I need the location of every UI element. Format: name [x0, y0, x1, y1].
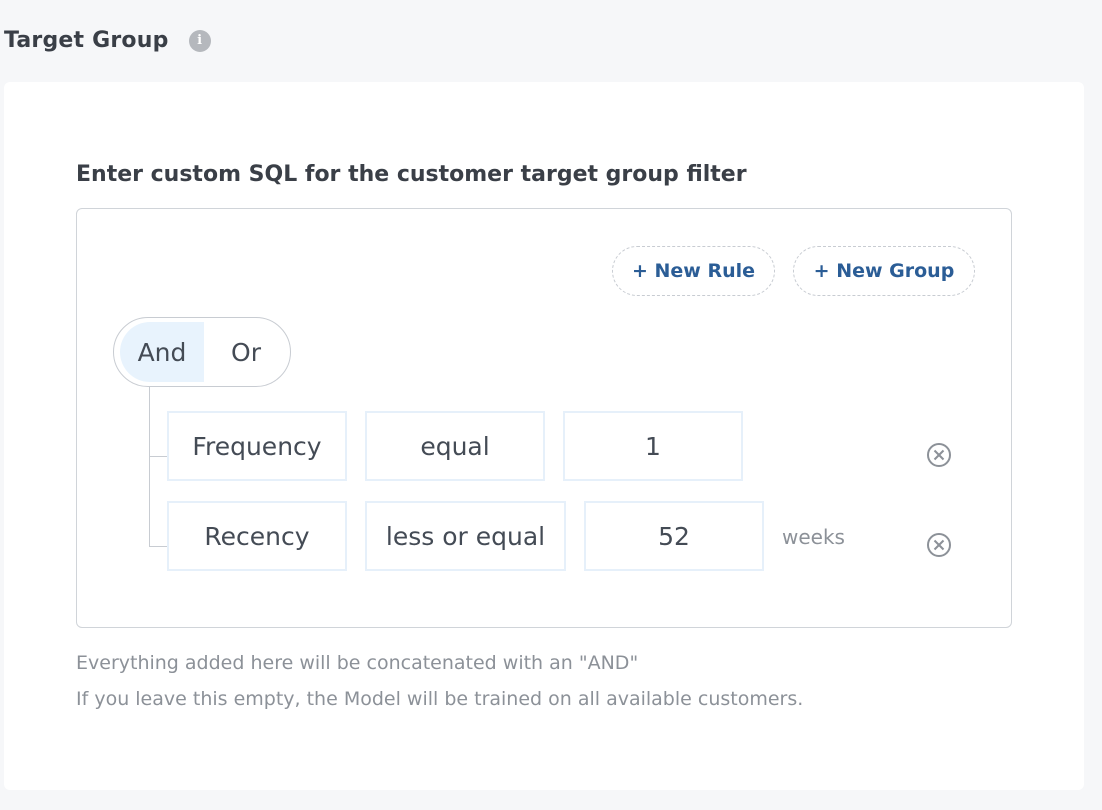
rule-1-remove-icon[interactable]: [926, 442, 952, 468]
combinator-or-option[interactable]: Or: [204, 322, 288, 382]
combinator-and-option[interactable]: And: [120, 322, 204, 382]
new-group-button[interactable]: + New Group: [793, 246, 975, 296]
help-text-concat: Everything added here will be concatenat…: [76, 652, 639, 674]
rule-1-operator-select[interactable]: equal: [365, 411, 545, 481]
tree-connector-rule-1: [149, 456, 169, 457]
new-rule-button[interactable]: + New Rule: [612, 246, 775, 296]
rule-2-field-select[interactable]: Recency: [167, 501, 347, 571]
section-title: Target Group: [4, 28, 169, 53]
rule-2-operator-select[interactable]: less or equal: [365, 501, 566, 571]
rule-1-value-input[interactable]: 1: [563, 411, 743, 481]
rule-2-value-input[interactable]: 52: [584, 501, 764, 571]
section-header: Target Group i: [4, 28, 211, 53]
target-group-card: Enter custom SQL for the customer target…: [4, 82, 1084, 790]
query-builder: + New Rule + New Group And Or Frequency …: [76, 208, 1012, 628]
info-icon[interactable]: i: [188, 29, 211, 52]
sql-filter-label: Enter custom SQL for the customer target…: [76, 162, 747, 187]
rule-2-remove-icon[interactable]: [926, 532, 952, 558]
tree-connector-vertical: [149, 387, 150, 547]
rule-1-field-select[interactable]: Frequency: [167, 411, 347, 481]
combinator-toggle: And Or: [113, 317, 291, 387]
help-text-empty: If you leave this empty, the Model will …: [76, 688, 804, 710]
rule-2-unit-label: weeks: [782, 525, 845, 549]
tree-connector-rule-2: [149, 546, 169, 547]
